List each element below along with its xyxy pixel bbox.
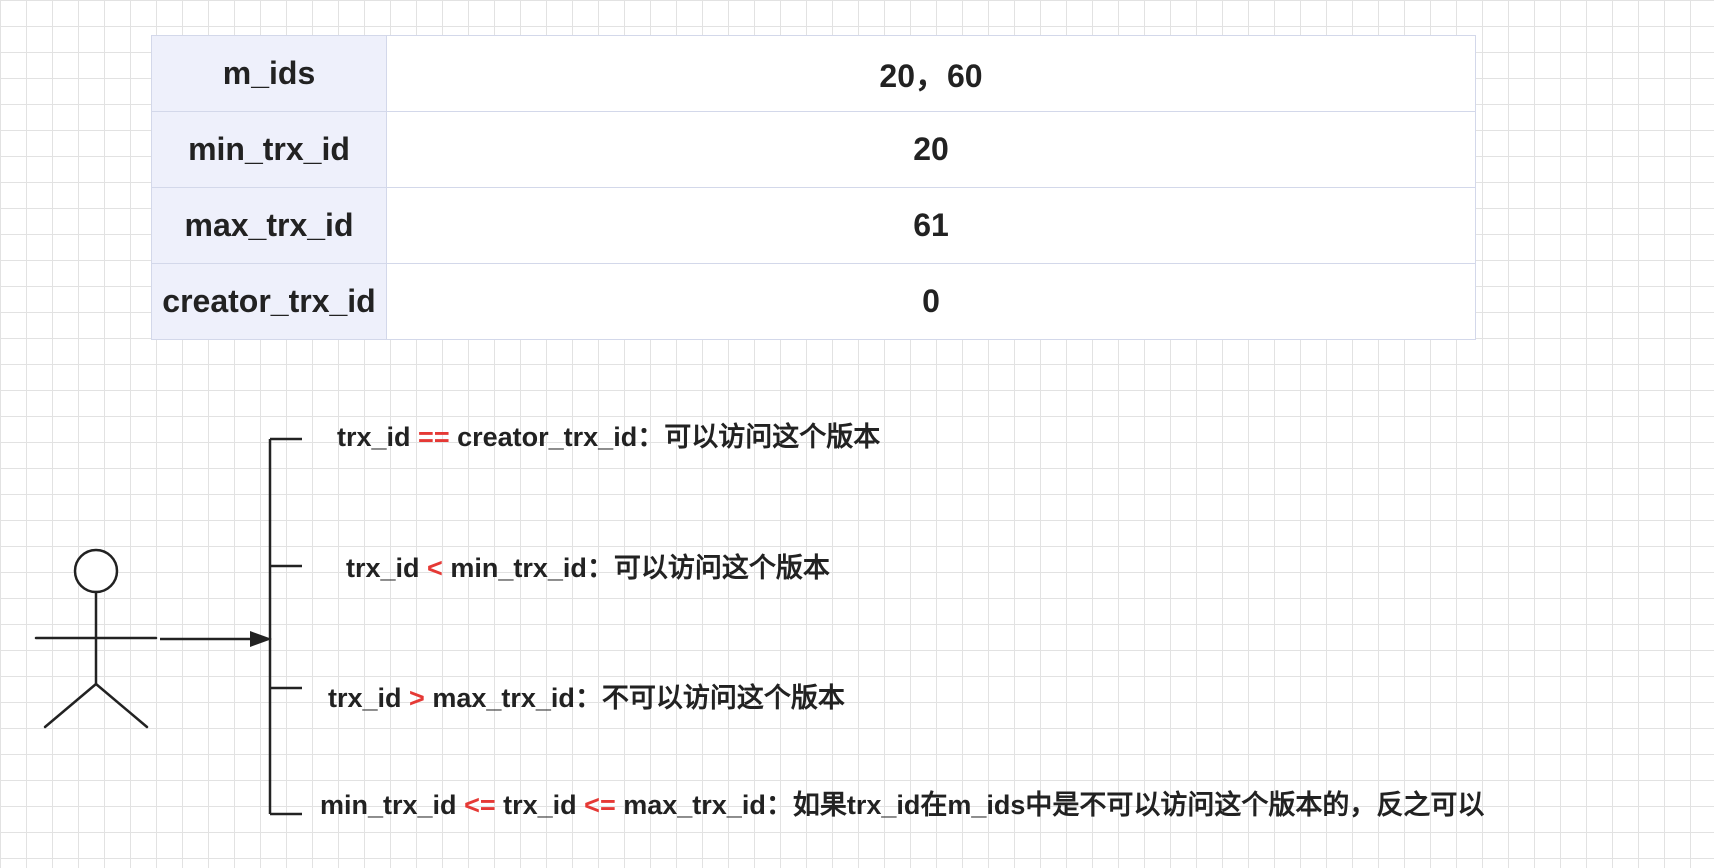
rule-result: ：不可以访问这个版本 xyxy=(574,683,845,713)
rule-max: trx_id > max_trx_id：不可以访问这个版本 xyxy=(328,681,845,715)
rule-operator: <= xyxy=(464,790,496,820)
rule-right-operand: max_trx_id xyxy=(623,790,766,820)
rule-creator: trx_id == creator_trx_id：可以访问这个版本 xyxy=(337,420,880,454)
rule-middle-operand: trx_id xyxy=(503,790,577,820)
rule-operator: > xyxy=(409,683,425,713)
rule-operator: <= xyxy=(584,790,616,820)
rule-result: ：可以访问这个版本 xyxy=(586,553,830,583)
stick-figure-icon xyxy=(34,548,158,729)
rule-right-operand: creator_trx_id xyxy=(457,422,638,452)
rule-result: ：如果trx_id在m_ids中是不可以访问这个版本的，反之可以 xyxy=(765,790,1485,820)
arrow-right-icon xyxy=(160,631,272,647)
rule-right-operand: min_trx_id xyxy=(450,553,587,583)
rule-operator: == xyxy=(418,422,450,452)
rule-min: trx_id < min_trx_id：可以访问这个版本 xyxy=(346,551,830,585)
rule-range: min_trx_id <= trx_id <= max_trx_id：如果trx… xyxy=(320,788,1484,822)
diagram-canvas: m_ids 20，60 min_trx_id 20 max_trx_id 61 … xyxy=(0,0,1714,868)
rule-left-operand: trx_id xyxy=(346,553,420,583)
rule-left-operand: trx_id xyxy=(328,683,402,713)
rule-left-operand: trx_id xyxy=(337,422,411,452)
rule-operator: < xyxy=(427,553,443,583)
rule-right-operand: max_trx_id xyxy=(432,683,575,713)
bracket xyxy=(268,437,302,816)
rule-result: ：可以访问这个版本 xyxy=(637,422,881,452)
rule-left-operand: min_trx_id xyxy=(320,790,457,820)
